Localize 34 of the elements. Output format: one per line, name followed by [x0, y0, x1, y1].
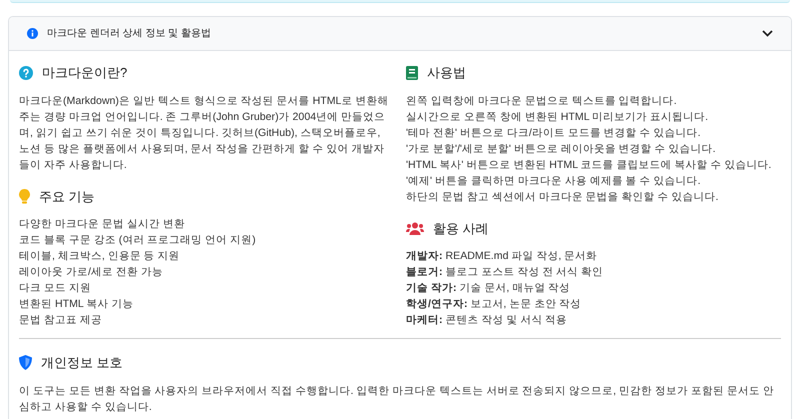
list-item: 'HTML 복사' 버튼으로 변환된 HTML 코드를 클립보드에 복사할 수 있습니다. — [406, 158, 772, 172]
chevron-icon — [762, 30, 773, 37]
list-item: 기술 작가: 기술 문서, 매뉴얼 작성 — [406, 281, 572, 296]
section-heading: 개인정보 보호 — [41, 354, 123, 372]
lightbulb-icon — [19, 188, 30, 204]
section-heading: 사용법 — [427, 64, 466, 82]
list-item: 다양한 마크다운 문법 실시간 변환 — [19, 217, 186, 232]
list-item: 블로거: 블로그 포스트 작성 전 서식 확인 — [406, 265, 604, 280]
list-item: 마케터: 콘텐츠 작성 및 서식 적용 — [406, 313, 568, 328]
list-item: 다크 모드 지원 — [19, 281, 92, 296]
accordion-header[interactable]: 마크다운 렌더러 상세 정보 및 활용법 — [9, 17, 791, 51]
list-item: 문법 참고표 제공 — [19, 313, 103, 328]
list-item: 변환된 HTML 복사 기능 — [19, 297, 134, 312]
list-item: '테마 전환' 버튼으로 다크/라이트 모드를 변경할 수 있습니다. — [406, 126, 702, 140]
users-icon — [406, 222, 424, 235]
list-item: 레이아웃 가로/세로 전환 가능 — [19, 265, 164, 280]
list-item: '예제' 버튼을 클릭하면 마크다운 사용 예제를 볼 수 있습니다. — [406, 174, 702, 188]
list-item: 코드 블록 구문 강조 (여러 프로그래밍 언어 지원) — [19, 233, 257, 248]
book-icon — [406, 66, 418, 80]
list-item: 하단의 문법 참고 섹션에서 마크다운 문법을 확인할 수 있습니다. — [406, 190, 720, 204]
paragraph: 이 도구는 모든 변환 작업을 사용자의 브라우저에서 직접 수행합니다. 입력한 마크다운 텍스트는 서버로 전송되지 않으므로, 민감한 정보가 포함된 문서도 안심하고 사용할 수 있습니다. — [19, 384, 775, 414]
list-item: 테이블, 체크박스, 인용문 등 지원 — [19, 249, 181, 264]
question-icon — [19, 66, 33, 80]
section-heading: 마크다운이란? — [42, 64, 128, 82]
paragraph: 마크다운(Markdown)은 일반 텍스트 형식으로 작성된 문서를 HTML로 변환해주는 경량 마크업 언어입니다. 존 그루버(John Gruber)가 2004년에 만들었으며, 읽기 쉽고 쓰기 쉬운 것이 특징입니다. 깃허브(GitHub), 스택오버플로우, 노션 등 많은 플랫폼에서 사용되며, 문서 작성을 간편하게 할 수 있어 개발자들이 자주 사용합니다. — [19, 94, 390, 172]
list-item: 실시간으로 오른쪽 창에 변환된 HTML 미리보기가 표시됩니다. — [406, 110, 710, 124]
list-item: 개발자: README.md 파일 작성, 문서화 — [406, 249, 598, 264]
list-item: '가로 분할'/'세로 분할' 버튼으로 레이아웃을 변경할 수 있습니다. — [406, 142, 717, 156]
list-item: 학생/연구자: 보고서, 논문 초안 작성 — [406, 297, 582, 312]
section-heading: 주요 기능 — [39, 188, 95, 206]
list-item: 왼쪽 입력창에 마크다운 문법으로 텍스트를 입력합니다. — [406, 94, 678, 108]
info-icon — [27, 28, 38, 39]
shield-icon — [19, 355, 32, 370]
section-heading: 활용 사례 — [433, 220, 489, 238]
